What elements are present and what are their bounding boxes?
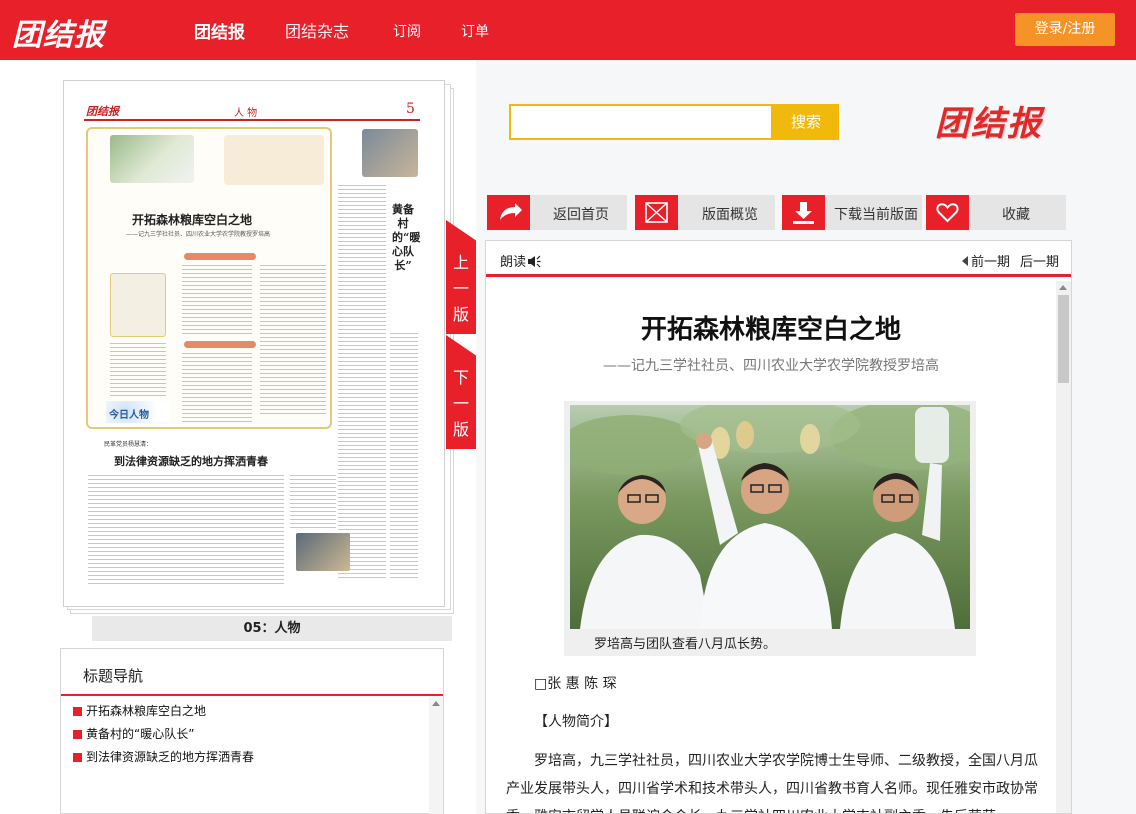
page-main-subheadline: ——记九三学社社员、四川农业大学农学院教授罗培高 — [126, 231, 271, 238]
profile-heading: 【人物简介】 — [534, 714, 618, 730]
search-button[interactable]: 搜索 — [773, 104, 839, 140]
page-number: 5 — [406, 101, 415, 117]
previous-issue-link[interactable]: 前一期 — [962, 251, 1010, 270]
previous-issue-label: 前一期 — [971, 255, 1011, 270]
text-columns — [390, 333, 418, 579]
text-columns — [182, 265, 252, 337]
article-title: 开拓森林粮库空白之地 — [640, 315, 901, 345]
quote-box — [110, 273, 166, 337]
article-scrollbar[interactable] — [1056, 281, 1071, 813]
text-columns — [290, 475, 336, 529]
article-photo — [570, 405, 970, 629]
page-vertical-headline[interactable]: 黄备村的“暖心队长” — [392, 203, 420, 273]
page-caption: 05：人物 — [92, 616, 452, 641]
article-panel: 朗读 前一期 后一期 开拓森林粮库空白之地 ——记九三学社社员、四川农业大学农学… — [485, 240, 1072, 814]
text-columns — [110, 343, 166, 397]
back-arrow-icon — [487, 195, 530, 230]
second-story-photo — [296, 533, 350, 571]
photo-caption: 罗培高与团队查看八月瓜长势。 — [594, 637, 777, 652]
side-story-photo — [362, 129, 418, 177]
second-story-headline[interactable]: 到法律资源缺乏的地方挥洒青春 — [114, 453, 268, 469]
article-body-paragraph: 罗培高，九三学社社员，四川农业大学农学院博士生导师、二级教授，全国八月瓜产业发展… — [506, 753, 1038, 813]
text-columns — [338, 185, 386, 579]
scroll-up-icon[interactable] — [1059, 285, 1067, 290]
nav-orders[interactable]: 订单 — [461, 21, 489, 41]
speaker-icon — [528, 255, 541, 268]
headline-list-scrollbar[interactable] — [429, 697, 443, 814]
read-aloud-label: 朗读 — [500, 255, 527, 270]
newspaper-page-content: 团结报 人 物 5 开拓森林粮库空白之地 ——记九三学社社员、四川农业大学农学院… — [84, 101, 420, 593]
search-input[interactable] — [509, 104, 773, 140]
page-header-logo: 团结报 — [86, 105, 119, 118]
article-subtitle: ——记九三学社社员、四川农业大学农学院教授罗培高 — [603, 358, 939, 374]
headline-list: 开拓森林粮库空白之地 黄备村的“暖心队长” 到法律资源缺乏的地方挥洒青春 — [73, 701, 423, 770]
caret-left-icon — [962, 256, 968, 266]
text-columns — [260, 265, 326, 415]
nav-tuanjie-magazine[interactable]: 团结杂志 — [285, 18, 349, 42]
text-columns — [88, 475, 284, 587]
scrollbar-thumb[interactable] — [1058, 295, 1069, 383]
section-pill — [184, 253, 256, 260]
headline-item-label: 到法律资源缺乏的地方挥洒青春 — [86, 750, 255, 764]
headline-item-label: 开拓森林粮库空白之地 — [86, 704, 207, 718]
headline-navigation: 标题导航 开拓森林粮库空白之地 黄备村的“暖心队长” 到法律资源缺乏的地方挥洒青… — [60, 648, 444, 814]
login-register-button[interactable]: 登录/注册 — [1015, 13, 1115, 46]
page-section-name: 人 物 — [234, 108, 258, 119]
bullet-square-icon — [73, 707, 82, 716]
article-toolbar: 朗读 前一期 后一期 — [486, 241, 1071, 277]
nav-tuanjiebao[interactable]: 团结报 — [194, 18, 245, 43]
page-overview-button[interactable]: 版面概览 — [635, 195, 775, 230]
feature-photo — [110, 135, 194, 183]
article-figure: 罗培高与团队查看八月瓜长势。 — [564, 401, 976, 656]
prev-page-label: 上一版 — [452, 253, 469, 324]
article-byline: □张 惠 陈 琛 — [534, 676, 617, 692]
site-logo[interactable]: 团结报 — [12, 10, 105, 54]
bullet-square-icon — [73, 753, 82, 762]
scroll-up-icon[interactable] — [432, 701, 440, 706]
tuanjiebao-logo: 团结报 — [935, 104, 1043, 144]
text-columns — [182, 353, 252, 423]
page-header: 团结报 人 物 5 — [84, 101, 420, 121]
nav-subscribe[interactable]: 订阅 — [393, 21, 421, 41]
page-main-headline[interactable]: 开拓森林粮库空白之地 — [132, 211, 252, 228]
headline-item[interactable]: 开拓森林粮库空白之地 — [73, 701, 423, 724]
back-home-label: 返回首页 — [553, 207, 609, 223]
download-page-label: 下载当前版面 — [834, 207, 918, 223]
next-issue-link[interactable]: 后一期 — [1020, 251, 1059, 270]
headline-item[interactable]: 到法律资源缺乏的地方挥洒青春 — [73, 747, 423, 770]
download-page-button[interactable]: 下载当前版面 — [782, 195, 922, 230]
headline-navigation-title: 标题导航 — [83, 667, 144, 685]
page-overview-label: 版面概览 — [702, 207, 758, 223]
envelope-icon — [635, 195, 678, 230]
second-story-kicker: 民革党员杨慧清： — [104, 441, 153, 448]
newspaper-page-thumbnail[interactable]: 团结报 人 物 5 开拓森林粮库空白之地 ——记九三学社社员、四川农业大学农学院… — [63, 80, 445, 607]
next-page-label: 下一版 — [452, 368, 469, 439]
read-aloud-button[interactable]: 朗读 — [500, 251, 541, 270]
section-pill — [184, 341, 256, 348]
headline-item[interactable]: 黄备村的“暖心队长” — [73, 724, 423, 747]
favorite-label: 收藏 — [1002, 207, 1030, 223]
today-figure-badge: 今日人物 — [106, 401, 170, 423]
headline-item-label: 黄备村的“暖心队长” — [86, 727, 195, 741]
back-home-button[interactable]: 返回首页 — [487, 195, 627, 230]
bullet-square-icon — [73, 730, 82, 739]
favorite-button[interactable]: 收藏 — [926, 195, 1066, 230]
profile-box — [224, 135, 324, 185]
divider — [61, 694, 443, 696]
download-icon — [782, 195, 825, 230]
top-bar: 团结报 团结报 团结杂志 订阅 订单 登录/注册 — [0, 0, 1136, 60]
heart-icon — [926, 195, 969, 230]
